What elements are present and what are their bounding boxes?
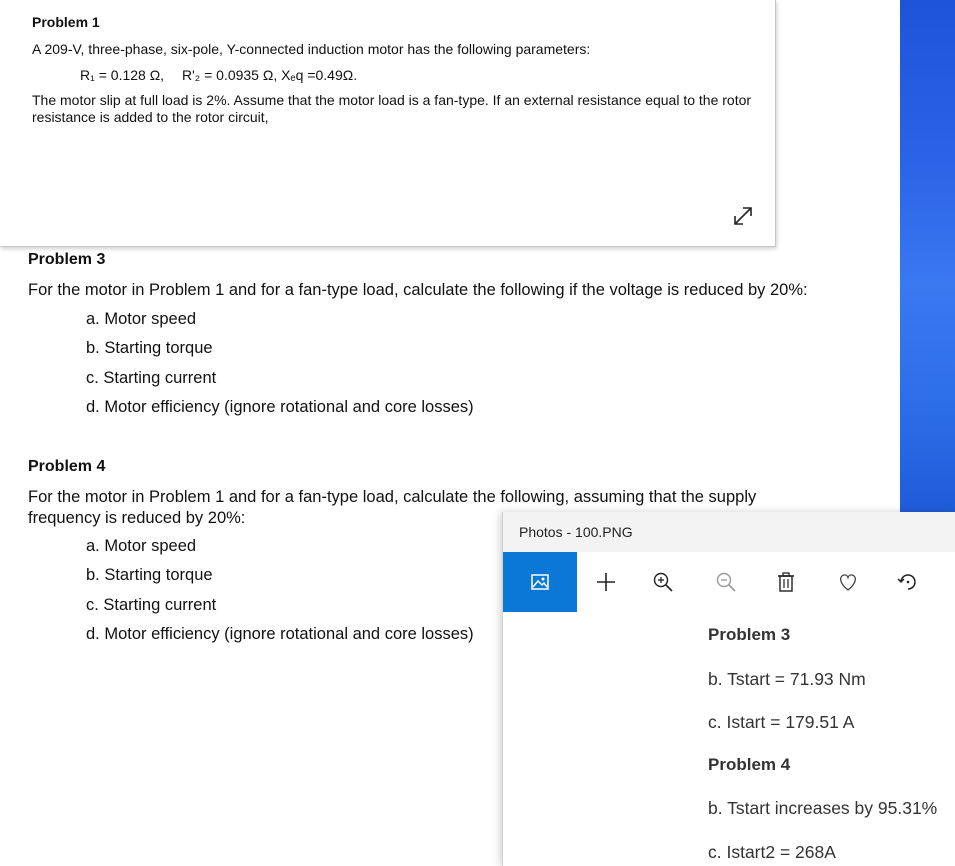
problem1-body: The motor slip at full load is 2%. Assum… bbox=[32, 92, 752, 125]
problem4-item-b: b. Starting torque bbox=[86, 566, 213, 584]
photo-heading-problem3: Problem 3 bbox=[708, 625, 791, 644]
problem1-popup: Problem 1 A 209-V, three-phase, six-pole… bbox=[0, 0, 776, 247]
zoom-out-icon bbox=[716, 572, 736, 592]
rotate-button[interactable] bbox=[893, 567, 923, 597]
problem3-heading: Problem 3 bbox=[28, 251, 106, 268]
expand-icon[interactable] bbox=[730, 203, 756, 229]
photo-line-tstart: b. Tstart = 71.93 Nm bbox=[708, 669, 866, 689]
favorite-button[interactable] bbox=[833, 567, 863, 597]
problem3-item-a: a. Motor speed bbox=[86, 310, 197, 328]
delete-button[interactable] bbox=[771, 567, 801, 597]
zoom-in-button[interactable] bbox=[648, 567, 678, 597]
photo-line-istart2: c. Istart2 = 268A bbox=[708, 842, 836, 862]
photo-heading-problem4: Problem 4 bbox=[708, 755, 791, 774]
photos-toolbar bbox=[503, 552, 955, 612]
problem3-text: For the motor in Problem 1 and for a fan… bbox=[28, 281, 808, 299]
problem4-heading: Problem 4 bbox=[28, 458, 106, 475]
zoom-in-icon bbox=[653, 572, 673, 592]
zoom-out-button[interactable] bbox=[711, 567, 741, 597]
rotate-icon bbox=[897, 574, 916, 590]
plus-icon bbox=[597, 573, 615, 591]
problem1-heading: Problem 1 bbox=[32, 14, 100, 30]
problem3-item-b: b. Starting torque bbox=[86, 339, 213, 357]
problem3-item-c: c. Starting current bbox=[86, 369, 217, 387]
view-image-button[interactable] bbox=[503, 552, 577, 612]
problem1-intro: A 209-V, three-phase, six-pole, Y-connec… bbox=[32, 41, 591, 57]
add-button[interactable] bbox=[591, 567, 621, 597]
problem3-item-d: d. Motor efficiency (ignore rotational a… bbox=[86, 398, 474, 416]
heart-icon bbox=[840, 574, 856, 591]
photo-line-tstart-increase: b. Tstart increases by 95.31% bbox=[708, 798, 938, 818]
param-r2-xeq: R'₂ = 0.0935 Ω, Xₑq =0.49Ω. bbox=[181, 67, 358, 83]
photo-line-istart: c. Istart = 179.51 A bbox=[708, 712, 855, 732]
photos-titlebar[interactable]: Photos - 100.PNG bbox=[503, 512, 955, 552]
problem4-item-d: d. Motor efficiency (ignore rotational a… bbox=[86, 625, 474, 643]
problem4-item-a: a. Motor speed bbox=[86, 537, 197, 555]
photos-window: Photos - 100.PNG Problem 3 b. Tstart = 7… bbox=[502, 512, 955, 866]
photos-title: Photos - 100.PNG bbox=[519, 524, 633, 540]
trash-icon bbox=[778, 572, 794, 592]
desktop-wallpaper bbox=[900, 0, 955, 520]
problem1-params: R₁ = 0.128 Ω, R'₂ = 0.0935 Ω, Xₑq =0.49Ω… bbox=[80, 67, 371, 83]
image-icon bbox=[531, 574, 549, 590]
problem4-item-c: c. Starting current bbox=[86, 596, 217, 614]
photo-canvas: Problem 3 b. Tstart = 71.93 Nm c. Istart… bbox=[503, 612, 955, 866]
param-r1: R₁ = 0.128 Ω, bbox=[80, 67, 165, 83]
